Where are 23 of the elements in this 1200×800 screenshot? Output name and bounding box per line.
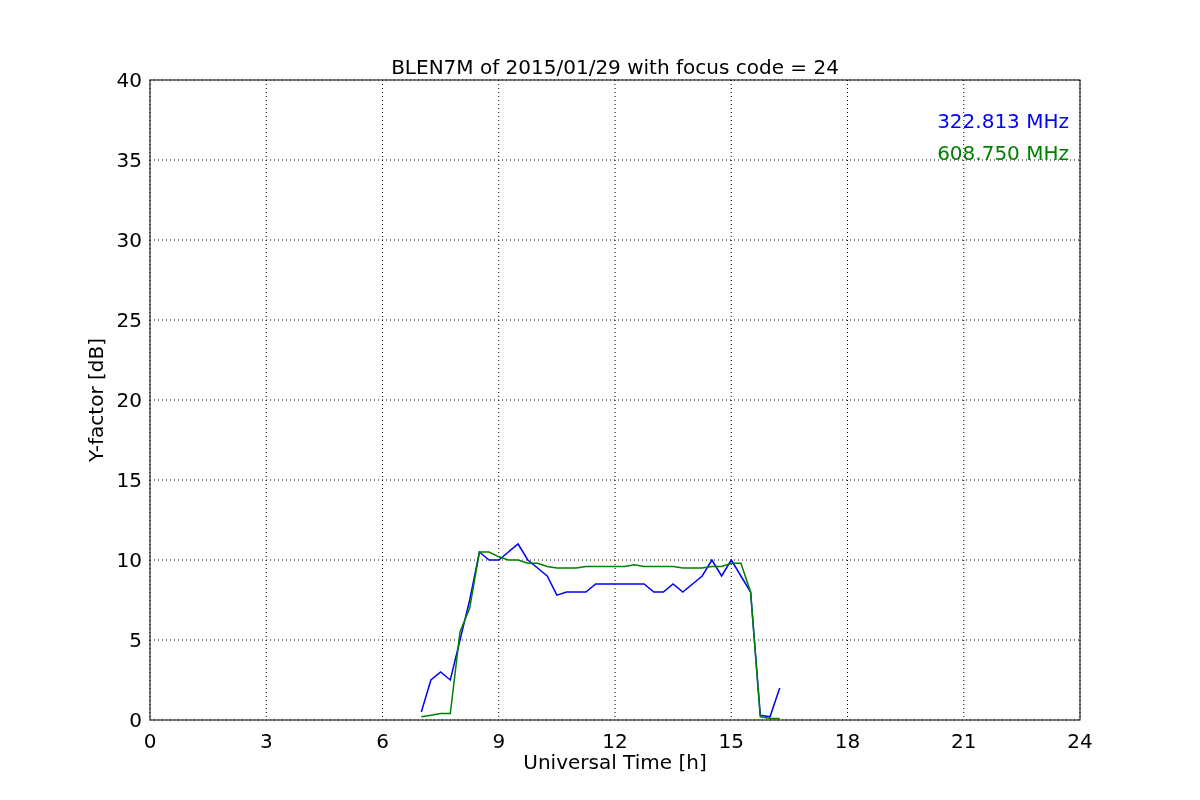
tick-label: 20	[116, 388, 142, 412]
tick-label: 18	[834, 729, 861, 753]
tick-label: 24	[1067, 729, 1093, 753]
y-axis-label: Y-factor [dB]	[84, 338, 108, 462]
tick-label: 0	[129, 708, 142, 732]
tick-label: 5	[129, 628, 142, 652]
tick-label: 30	[116, 228, 142, 252]
tick-label: 3	[259, 729, 273, 753]
legend-label: 322.813 MHz	[937, 109, 1069, 133]
tick-label: 25	[116, 308, 142, 332]
tick-label: 9	[492, 729, 506, 753]
chart-title: BLEN7M of 2015/01/29 with focus code = 24	[391, 55, 839, 79]
tick-label: 40	[116, 68, 142, 92]
legend-label: 608.750 MHz	[937, 141, 1069, 165]
tick-label: 15	[718, 729, 744, 753]
tick-label: 21	[951, 729, 977, 753]
tick-label: 12	[602, 729, 628, 753]
tick-label: 35	[116, 148, 142, 172]
x-axis-label: Universal Time [h]	[523, 750, 707, 774]
tick-label: 0	[143, 729, 157, 753]
tick-label: 15	[116, 468, 142, 492]
tick-label: 6	[376, 729, 389, 753]
tick-label: 10	[116, 548, 142, 572]
